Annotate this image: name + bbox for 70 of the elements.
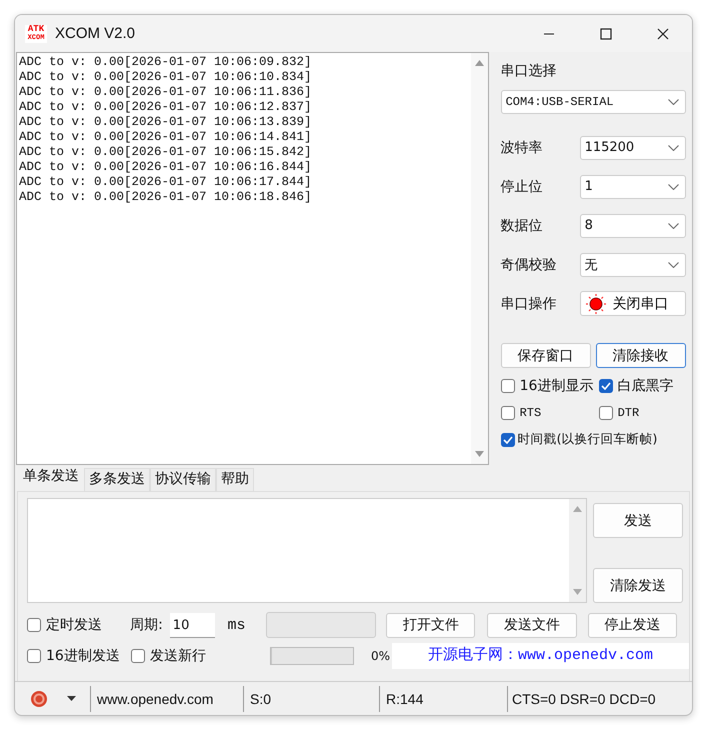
window-title: XCOM V2.0 xyxy=(55,25,136,42)
log-line: ADC to v: 0.00[2026-01-07 10:06:12.837] xyxy=(19,100,313,115)
port-dropdown[interactable]: COM4:USB-SERIAL xyxy=(500,90,686,114)
line-status: CTS=0 DSR=0 DCD=0 xyxy=(512,690,656,706)
log-line: ADC to v: 0.00[2026-01-07 10:06:13.839] xyxy=(19,115,313,130)
option-checkbox[interactable]: 16进制显示 xyxy=(500,376,599,394)
port-label: 串口选择 xyxy=(500,62,558,80)
file-path-field[interactable] xyxy=(266,612,376,638)
setting-dropdown[interactable]: 无 xyxy=(580,252,686,276)
scrollbar[interactable] xyxy=(569,499,586,602)
scroll-down-icon[interactable] xyxy=(573,589,582,595)
file-button[interactable]: 停止发送 xyxy=(588,612,677,638)
chevron-icon xyxy=(668,144,679,150)
scroll-down-icon[interactable] xyxy=(474,451,484,457)
scroll-up-icon[interactable] xyxy=(573,506,582,512)
chevron-icon xyxy=(668,184,679,190)
sent-count: S:0 xyxy=(250,690,272,706)
option-checkbox[interactable]: 时间戳(以换行回车断帧) xyxy=(500,428,687,450)
log-line: ADC to v: 0.00[2026-01-07 10:06:10.834] xyxy=(19,70,313,85)
send-tab[interactable]: 多条发送 xyxy=(84,468,150,491)
check-icon xyxy=(600,382,611,390)
send-input[interactable] xyxy=(27,498,587,603)
log-line: ADC to v: 0.00[2026-01-07 10:06:15.842] xyxy=(19,145,313,160)
power-icon[interactable] xyxy=(30,690,48,708)
close-icon[interactable] xyxy=(657,28,669,40)
send-tab[interactable]: 协议传输 xyxy=(150,468,216,491)
log-line: ADC to v: 0.00[2026-01-07 10:06:16.844] xyxy=(19,160,313,175)
file-button[interactable]: 发送文件 xyxy=(487,612,577,638)
receive-button[interactable]: 清除接收 xyxy=(596,343,686,368)
setting-dropdown[interactable]: 115200 xyxy=(580,136,686,160)
log-line: ADC to v: 0.00[2026-01-07 10:06:18.846] xyxy=(19,190,313,205)
setting-dropdown[interactable]: 8 xyxy=(580,214,686,238)
setting-label: 奇偶校验 xyxy=(500,256,558,274)
hex-send-checkbox[interactable]: 16进制发送 xyxy=(27,647,131,665)
maximize-icon[interactable] xyxy=(600,28,612,40)
setting-dropdown[interactable]: 1 xyxy=(580,174,686,198)
dropdown-icon[interactable] xyxy=(67,696,76,701)
chevron-icon xyxy=(668,222,679,228)
period-input[interactable]: 10 xyxy=(170,612,216,638)
setting-label: 波特率 xyxy=(500,138,544,156)
progress-reading: 0% xyxy=(370,649,390,663)
setting-label: 数据位 xyxy=(500,216,544,234)
period-label: 周期: xyxy=(130,616,164,634)
send-tab[interactable]: 帮助 xyxy=(216,468,254,491)
log-line: ADC to v: 0.00[2026-01-07 10:06:17.844] xyxy=(19,175,313,190)
receive-area[interactable] xyxy=(16,52,489,465)
setting-label: 停止位 xyxy=(500,178,544,196)
chevron-icon xyxy=(668,99,679,105)
file-button[interactable]: 打开文件 xyxy=(386,612,476,638)
website-banner[interactable]: 开源电子网：www.openedv.com xyxy=(392,643,689,669)
log-line: ADC to v: 0.00[2026-01-07 10:06:09.832] xyxy=(19,55,313,70)
operation-label: 串口操作 xyxy=(500,294,558,312)
scrollbar[interactable] xyxy=(470,53,488,464)
send-button[interactable]: 发送 xyxy=(593,503,683,538)
option-checkbox[interactable]: 白底黑字 xyxy=(598,376,674,394)
timed-send-checkbox[interactable]: 定时发送 xyxy=(27,616,130,634)
check-icon xyxy=(502,436,513,444)
option-checkbox[interactable]: RTS xyxy=(500,406,599,420)
close-port-button[interactable]: 关闭串口 xyxy=(580,291,686,316)
received-count: R:144 xyxy=(386,690,424,706)
status-url[interactable]: www.openedv.com xyxy=(97,690,214,706)
chevron-icon xyxy=(668,262,679,268)
newline-checkbox[interactable]: 发送新行 xyxy=(131,647,270,665)
unit-label: ms xyxy=(227,616,246,634)
option-checkbox[interactable]: DTR xyxy=(598,406,640,420)
log-line: ADC to v: 0.00[2026-01-07 10:06:11.836] xyxy=(19,85,313,100)
receive-button[interactable]: 保存窗口 xyxy=(500,343,591,368)
scroll-up-icon[interactable] xyxy=(474,60,484,66)
log-line: ADC to v: 0.00[2026-01-07 10:06:14.841] xyxy=(19,130,313,145)
send-button[interactable]: 清除发送 xyxy=(593,568,683,603)
